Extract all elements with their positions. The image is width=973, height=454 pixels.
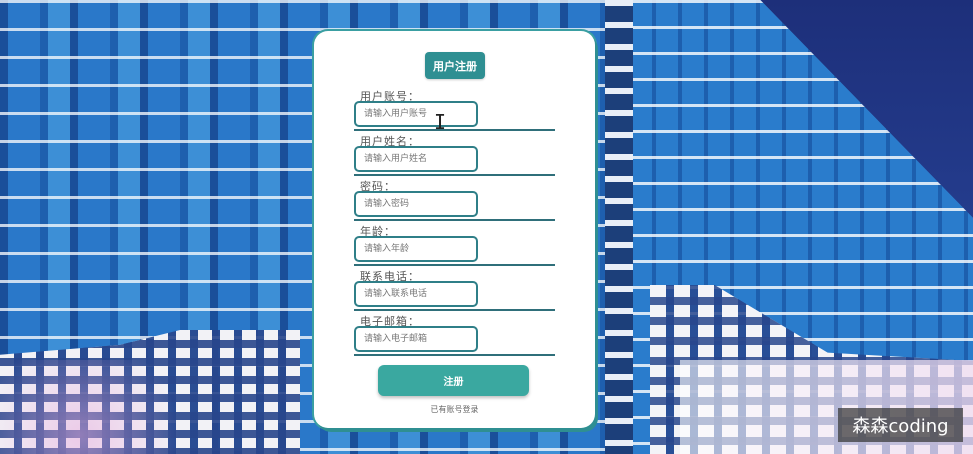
- password-input[interactable]: [354, 191, 478, 217]
- account-underline: [354, 129, 555, 131]
- phone-underline: [354, 309, 555, 311]
- register-button[interactable]: 注册: [378, 365, 529, 396]
- name-underline: [354, 174, 555, 176]
- name-input[interactable]: [354, 146, 478, 172]
- register-title: 用户注册: [425, 52, 485, 79]
- phone-input[interactable]: [354, 281, 478, 307]
- register-card: 用户注册 用户账号： 用户姓名： 密码： 年龄： 联系电话： 电子邮箱： 注册 …: [314, 31, 595, 428]
- login-link[interactable]: 已有账号登录: [314, 404, 595, 415]
- text-cursor-icon: I: [434, 110, 447, 134]
- account-input[interactable]: [354, 101, 478, 127]
- age-input[interactable]: [354, 236, 478, 262]
- password-underline: [354, 219, 555, 221]
- watermark: 森森coding: [838, 408, 963, 442]
- email-input[interactable]: [354, 326, 478, 352]
- email-underline: [354, 354, 555, 356]
- age-underline: [354, 264, 555, 266]
